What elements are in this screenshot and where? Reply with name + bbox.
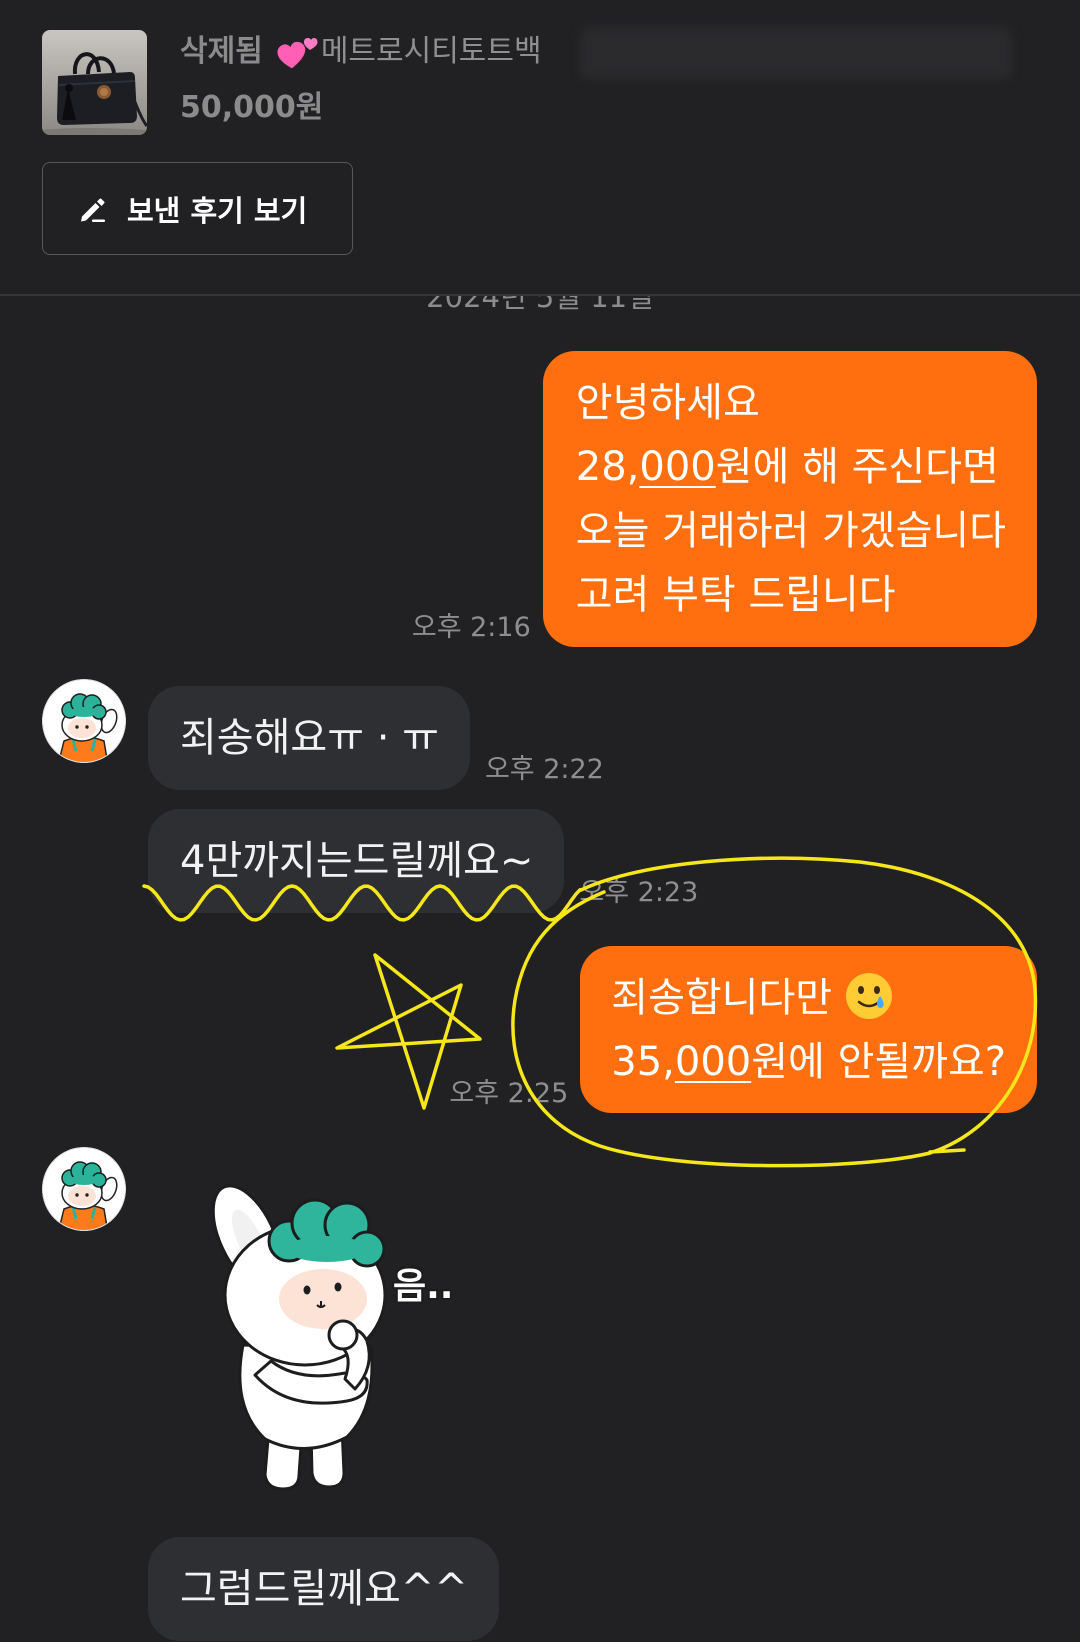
bunny-avatar-image <box>42 679 126 763</box>
received-message-bubble[interactable]: 그럼드릴께요^^ <box>148 1537 499 1641</box>
message-time: 오후 2:16 <box>411 612 531 643</box>
sticker-image <box>211 1184 387 1491</box>
redacted-blur <box>581 27 1011 79</box>
message-line: 고려 부탁 드립니다 <box>575 572 896 618</box>
number-link[interactable]: 000 <box>639 444 715 490</box>
seller-avatar[interactable] <box>42 1147 126 1231</box>
chat-screen: 2024년 5월 11일 삭제됨 메트로시티토트백 50,000원 보낸 후기 … <box>0 0 1080 1642</box>
received-message-row: 4만까지는드릴께요~ 오후 2:23 <box>148 809 698 913</box>
product-thumbnail[interactable] <box>42 30 147 135</box>
deleted-status-label: 삭제됨 <box>180 34 263 69</box>
received-message-bubble[interactable]: 4만까지는드릴께요~ <box>148 809 565 913</box>
pencil-icon <box>81 198 105 222</box>
sent-message-bubble[interactable]: 죄송합니다만 35,000원에 안될까요? <box>580 946 1037 1113</box>
product-price: 50,000원 <box>180 90 324 125</box>
received-message-row: 그럼드릴께요^^ <box>148 1537 499 1641</box>
sent-message-row: 오후 2:25 죄송합니다만 35,000원에 안될까요? <box>449 946 1037 1113</box>
sent-message-row: 오후 2:16 안녕하세요 28,000원에 해 주신다면 오늘 거래하러 가겠… <box>412 351 1037 647</box>
smiling-face-with-tear-icon <box>844 971 894 1021</box>
number-link[interactable]: 000 <box>675 1039 751 1085</box>
message-time: 오후 2:22 <box>484 754 604 785</box>
product-title[interactable]: 삭제됨 메트로시티토트백 <box>180 32 542 72</box>
message-line: 28,000원에 해 주신다면 <box>576 435 1006 499</box>
two-hearts-icon <box>276 34 318 70</box>
sticker-caption: 음.. <box>393 1266 454 1307</box>
message-time: 오후 2:25 <box>449 1078 569 1109</box>
seller-avatar[interactable] <box>42 679 126 763</box>
thinking-bunny-sticker: 음.. <box>205 1175 465 1495</box>
received-message-row: 죄송해요ㅠ · ㅠ 오후 2:22 <box>148 686 604 790</box>
handbag-image <box>42 30 147 135</box>
message-text: 원에 안될까요? <box>751 1039 1006 1085</box>
view-sent-review-label: 보낸 후기 보기 <box>127 193 308 228</box>
message-text: 원에 해 주신다면 <box>715 444 999 490</box>
product-header: 삭제됨 메트로시티토트백 50,000원 보낸 후기 보기 <box>0 0 1080 296</box>
sent-message-bubble[interactable]: 안녕하세요 28,000원에 해 주신다면 오늘 거래하러 가겠습니다 고려 부… <box>542 351 1037 647</box>
received-message-bubble[interactable]: 죄송해요ㅠ · ㅠ <box>148 686 470 790</box>
message-line: 안녕하세요 <box>575 380 760 426</box>
message-text: 죄송합니다만 <box>611 975 833 1021</box>
message-line: 죄송합니다만 <box>611 966 1006 1030</box>
message-text: 28, <box>575 444 640 490</box>
message-text: 35, <box>611 1039 675 1085</box>
product-name: 메트로시티토트백 <box>320 34 542 69</box>
message-line: 오늘 거래하러 가겠습니다 <box>575 508 1006 554</box>
message-time: 오후 2:23 <box>579 877 699 908</box>
view-sent-review-button[interactable]: 보낸 후기 보기 <box>42 162 353 255</box>
bunny-avatar-image <box>42 1147 126 1231</box>
message-line: 35,000원에 안될까요? <box>611 1030 1006 1094</box>
